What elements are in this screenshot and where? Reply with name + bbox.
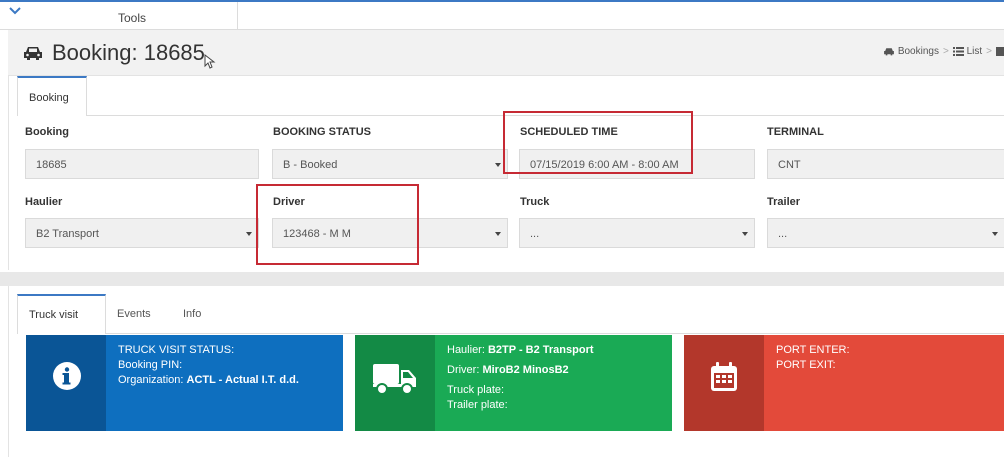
toolbar-divider bbox=[237, 2, 238, 30]
terminal-value: CNT bbox=[778, 159, 801, 171]
booking-details-panel: Booking Booking BOOKING STATUS SCHEDULED… bbox=[8, 76, 1004, 270]
chevron-down-icon[interactable] bbox=[8, 5, 22, 17]
driver-highlight bbox=[256, 184, 419, 265]
status-card-icon-area bbox=[26, 335, 106, 431]
chevron-down-icon bbox=[246, 232, 252, 236]
car-icon bbox=[884, 48, 894, 56]
booking-status-value: B - Booked bbox=[283, 159, 338, 171]
trailer-value: ... bbox=[778, 228, 788, 240]
trailer-select[interactable]: ... bbox=[767, 218, 1004, 248]
port-exit-label: PORT EXIT: bbox=[776, 359, 836, 371]
card-haulier-label: Haulier: bbox=[447, 344, 485, 356]
tab-info[interactable]: Info bbox=[183, 308, 201, 320]
tab-booking[interactable]: Booking bbox=[17, 76, 87, 116]
port-enter-label: PORT ENTER: bbox=[776, 344, 850, 356]
page-header: Booking: 18685 Bookings > List > bbox=[8, 30, 1004, 76]
haulier-line: Haulier: B2TP - B2 Transport bbox=[447, 343, 594, 358]
chevron-down-icon bbox=[992, 232, 998, 236]
truck-value: ... bbox=[530, 228, 540, 240]
card-driver-value: MiroB2 MinosB2 bbox=[482, 364, 569, 376]
breadcrumb-bookings[interactable]: Bookings bbox=[898, 46, 939, 57]
tab-truck-visit[interactable]: Truck visit bbox=[17, 294, 106, 334]
truck-visit-status-label: TRUCK VISIT STATUS: bbox=[118, 344, 235, 356]
section-divider bbox=[0, 272, 1004, 286]
chevron-down-icon bbox=[495, 232, 501, 236]
booking-status-select[interactable]: B - Booked bbox=[272, 149, 508, 179]
booking-value: 18685 bbox=[36, 159, 67, 171]
haulier-card: Haulier: B2TP - B2 Transport Driver: Mir… bbox=[355, 335, 672, 431]
chevron-down-icon bbox=[742, 232, 748, 236]
card-driver-label: Driver: bbox=[447, 364, 480, 376]
chevron-down-icon bbox=[495, 163, 501, 167]
tab-events[interactable]: Events bbox=[117, 308, 151, 320]
breadcrumb-list[interactable]: List bbox=[967, 46, 983, 57]
card-haulier-value: B2TP - B2 Transport bbox=[487, 344, 594, 356]
port-card: PORT ENTER: PORT EXIT: bbox=[684, 335, 1004, 431]
calendar-icon bbox=[711, 362, 737, 391]
booking-label: Booking bbox=[25, 126, 69, 138]
haulier-select[interactable]: B2 Transport bbox=[25, 218, 259, 248]
tools-menu[interactable]: Tools bbox=[118, 11, 146, 25]
truck-label: Truck bbox=[520, 196, 550, 208]
top-toolbar: Tools bbox=[0, 0, 1004, 30]
booking-field[interactable]: 18685 bbox=[25, 149, 259, 179]
document-icon bbox=[996, 47, 1004, 56]
truck-visit-panel: Truck visit Events Info TRUCK VISIT STAT… bbox=[8, 286, 1004, 457]
terminal-label: TERMINAL bbox=[767, 126, 824, 138]
truck-icon bbox=[373, 364, 416, 395]
truck-visit-status-card: TRUCK VISIT STATUS: Booking PIN: Organiz… bbox=[26, 335, 343, 431]
mouse-cursor-icon bbox=[204, 54, 216, 69]
organization-value: ACTL - Actual I.T. d.d. bbox=[186, 374, 299, 386]
organization-label: Organization: bbox=[118, 374, 184, 386]
trailer-plate-label: Trailer plate: bbox=[447, 399, 508, 411]
breadcrumb: Bookings > List > bbox=[883, 46, 1004, 57]
terminal-field[interactable]: CNT bbox=[767, 149, 1004, 179]
trailer-label: Trailer bbox=[767, 196, 801, 208]
car-icon bbox=[24, 47, 42, 60]
booking-status-label: BOOKING STATUS bbox=[273, 126, 371, 138]
info-icon bbox=[53, 362, 81, 390]
haulier-label: Haulier bbox=[25, 196, 63, 208]
tab-underline bbox=[106, 333, 1004, 334]
driver-line: Driver: MiroB2 MinosB2 bbox=[447, 363, 594, 378]
tab-booking-label: Booking bbox=[29, 92, 69, 104]
haulier-card-icon-area bbox=[355, 335, 435, 431]
organization-line: Organization: ACTL - Actual I.T. d.d. bbox=[118, 373, 299, 388]
scheduled-time-highlight bbox=[503, 111, 693, 174]
list-icon bbox=[952, 47, 964, 56]
port-card-icon-area bbox=[684, 335, 764, 431]
tab-truck-visit-label: Truck visit bbox=[29, 309, 79, 321]
haulier-value: B2 Transport bbox=[36, 228, 99, 240]
booking-pin-label: Booking PIN: bbox=[118, 359, 183, 371]
page-title: Booking: 18685 bbox=[52, 40, 205, 65]
truck-plate-label: Truck plate: bbox=[447, 384, 505, 396]
truck-select[interactable]: ... bbox=[519, 218, 755, 248]
